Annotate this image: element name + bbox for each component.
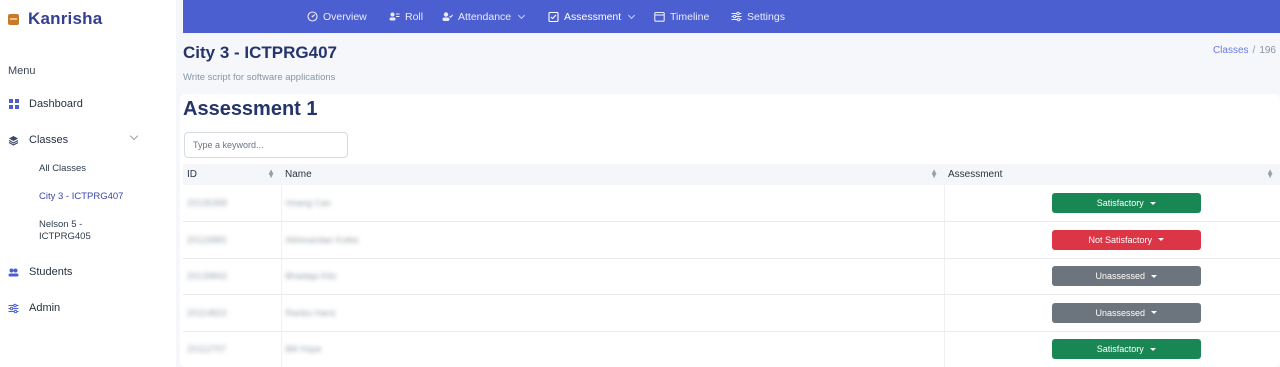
calendar-icon — [654, 11, 665, 22]
users-icon — [389, 12, 400, 21]
chevron-down-icon — [518, 11, 526, 19]
sliders-icon — [8, 303, 19, 314]
table-header-row: ID ▲ ▼ Name ▲ ▼ Assessment ▲ ▼ — [183, 164, 1280, 185]
top-nav: Overview Roll Attendance Assessment Time… — [183, 0, 1280, 33]
sidebar-subitem-label: Nelson 5 - — [39, 219, 83, 230]
column-header-assessment[interactable]: Assessment ▲ ▼ — [944, 164, 1280, 185]
column-header-label: Name — [285, 169, 312, 180]
users-icon — [8, 267, 19, 278]
tab-label: Attendance — [458, 10, 512, 23]
menu-label: Menu — [8, 65, 36, 77]
sidebar-subitem-nelson5[interactable]: Nelson 5 - ICTPRG405 — [39, 219, 91, 243]
tab-label: Overview — [323, 10, 367, 23]
student-name: Bill Hope — [281, 331, 945, 367]
sidebar-subitem-label-line2: ICTPRG405 — [39, 231, 91, 242]
assessment-table: ID ▲ ▼ Name ▲ ▼ Assessment ▲ ▼ 20135358 Hoang … — [183, 164, 1280, 367]
tab-label: Timeline — [670, 10, 710, 23]
table-row: 20115883 Abhinandan Koike Not Satisfacto… — [183, 221, 1280, 259]
sidebar-item-admin[interactable]: Admin — [8, 302, 60, 314]
student-name: Ranbu Harsi — [281, 294, 945, 332]
grid-icon — [8, 99, 19, 110]
sort-icon[interactable]: ▲ ▼ — [930, 168, 938, 180]
assessment-title: Assessment 1 — [183, 98, 318, 120]
breadcrumb-separator: / — [1252, 45, 1256, 56]
caret-down-icon — [1158, 238, 1165, 242]
sidebar-item-label: Admin — [29, 302, 61, 314]
assessment-cell: Not Satisfactory — [943, 221, 1280, 259]
assessment-status-dropdown[interactable]: Not Satisfactory — [1051, 229, 1201, 250]
sidebar-item-students[interactable]: Students — [8, 266, 72, 278]
breadcrumb: Classes/196 — [1213, 45, 1276, 56]
assessment-status-dropdown[interactable]: Unassessed — [1051, 302, 1201, 323]
search-input[interactable] — [184, 132, 348, 158]
page-title: City 3 - ICTPRG407 — [183, 43, 337, 62]
brand[interactable]: Kanrisha — [8, 9, 102, 29]
assessment-cell: Satisfactory — [943, 185, 1280, 222]
tab-roll[interactable]: Roll — [389, 0, 423, 33]
student-id: 20139842 — [183, 258, 282, 295]
status-label: Unassessed — [1095, 307, 1146, 318]
status-label: Not Satisfactory — [1088, 234, 1153, 245]
page-subtitle: Write script for software applications — [183, 72, 336, 83]
assessment-status-dropdown[interactable]: Unassessed — [1051, 266, 1201, 287]
breadcrumb-current: 196 — [1259, 45, 1276, 56]
student-id: 20135358 — [183, 185, 282, 222]
column-header-name[interactable]: Name ▲ ▼ — [281, 164, 944, 185]
table-row: 20112707 Bill Hope Satisfactory — [183, 331, 1280, 367]
chevron-down-icon[interactable] — [129, 131, 139, 141]
table-row: 20114823 Ranbu Harsi Unassessed — [183, 294, 1280, 332]
tab-assessment[interactable]: Assessment — [548, 0, 636, 33]
caret-down-icon — [1149, 347, 1156, 351]
sidebar-subitem-all-classes[interactable]: All Classes — [39, 163, 86, 175]
tab-label: Assessment — [564, 10, 622, 23]
caret-down-icon — [1151, 274, 1158, 278]
tab-timeline[interactable]: Timeline — [654, 0, 709, 33]
chevron-down-icon — [628, 11, 636, 19]
sidebar-item-label: Dashboard — [29, 98, 83, 110]
student-id: 20114823 — [183, 294, 282, 332]
breadcrumb-link-classes[interactable]: Classes — [1213, 45, 1249, 56]
tab-overview[interactable]: Overview — [307, 0, 367, 33]
layers-icon — [8, 135, 19, 146]
student-name: Bhadaja Kito — [281, 258, 945, 295]
assessment-cell: Satisfactory — [943, 331, 1280, 367]
assessment-status-dropdown[interactable]: Satisfactory — [1051, 193, 1201, 213]
student-name: Hoang Can — [281, 185, 945, 222]
sidebar-item-dashboard[interactable]: Dashboard — [8, 98, 83, 110]
user-check-icon — [442, 12, 453, 21]
assessment-status-dropdown[interactable]: Satisfactory — [1051, 339, 1201, 360]
sidebar-item-label: Students — [29, 266, 73, 278]
sidebar-item-classes[interactable]: Classes — [8, 134, 68, 146]
assessment-card: Assessment 1 ID ▲▼ Name ▲▼ Assessment ▲▼ 20… — [180, 94, 1280, 367]
clipboard-icon — [548, 11, 559, 22]
status-label: Unassessed — [1095, 271, 1146, 282]
sidebar-subitem-city3[interactable]: City 3 - ICTPRG407 — [39, 191, 123, 203]
caret-down-icon — [1151, 311, 1158, 315]
column-header-id[interactable]: ID ▲ ▼ — [183, 164, 281, 185]
table-row: 20139842 Bhadaja Kito Unassessed — [183, 258, 1280, 295]
logo-icon — [8, 13, 19, 25]
sidebar: Kanrisha Menu Dashboard Classes All Clas… — [0, 0, 176, 367]
sort-icon[interactable]: ▲ ▼ — [267, 168, 275, 180]
dashboard-icon — [307, 11, 318, 22]
student-id: 20112707 — [183, 331, 282, 367]
status-label: Satisfactory — [1096, 198, 1144, 208]
sliders-icon — [731, 11, 742, 22]
caret-down-icon — [1149, 201, 1156, 205]
student-id: 20115883 — [183, 221, 282, 259]
assessment-cell: Unassessed — [943, 258, 1280, 295]
status-label: Satisfactory — [1096, 344, 1144, 355]
sidebar-item-label: Classes — [29, 134, 69, 146]
brand-name: Kanrisha — [28, 9, 103, 28]
student-name: Abhinandan Koike — [281, 221, 945, 259]
tab-attendance[interactable]: Attendance — [442, 0, 526, 33]
table-row: 20135358 Hoang Can Satisfactory — [183, 185, 1280, 222]
assessment-cell: Unassessed — [943, 294, 1280, 332]
sort-icon[interactable]: ▲ ▼ — [1266, 168, 1274, 180]
tab-settings[interactable]: Settings — [731, 0, 785, 33]
tab-label: Settings — [747, 10, 785, 23]
tab-label: Roll — [405, 10, 424, 23]
column-header-label: Assessment — [948, 169, 1003, 180]
column-header-label: ID — [187, 169, 197, 180]
